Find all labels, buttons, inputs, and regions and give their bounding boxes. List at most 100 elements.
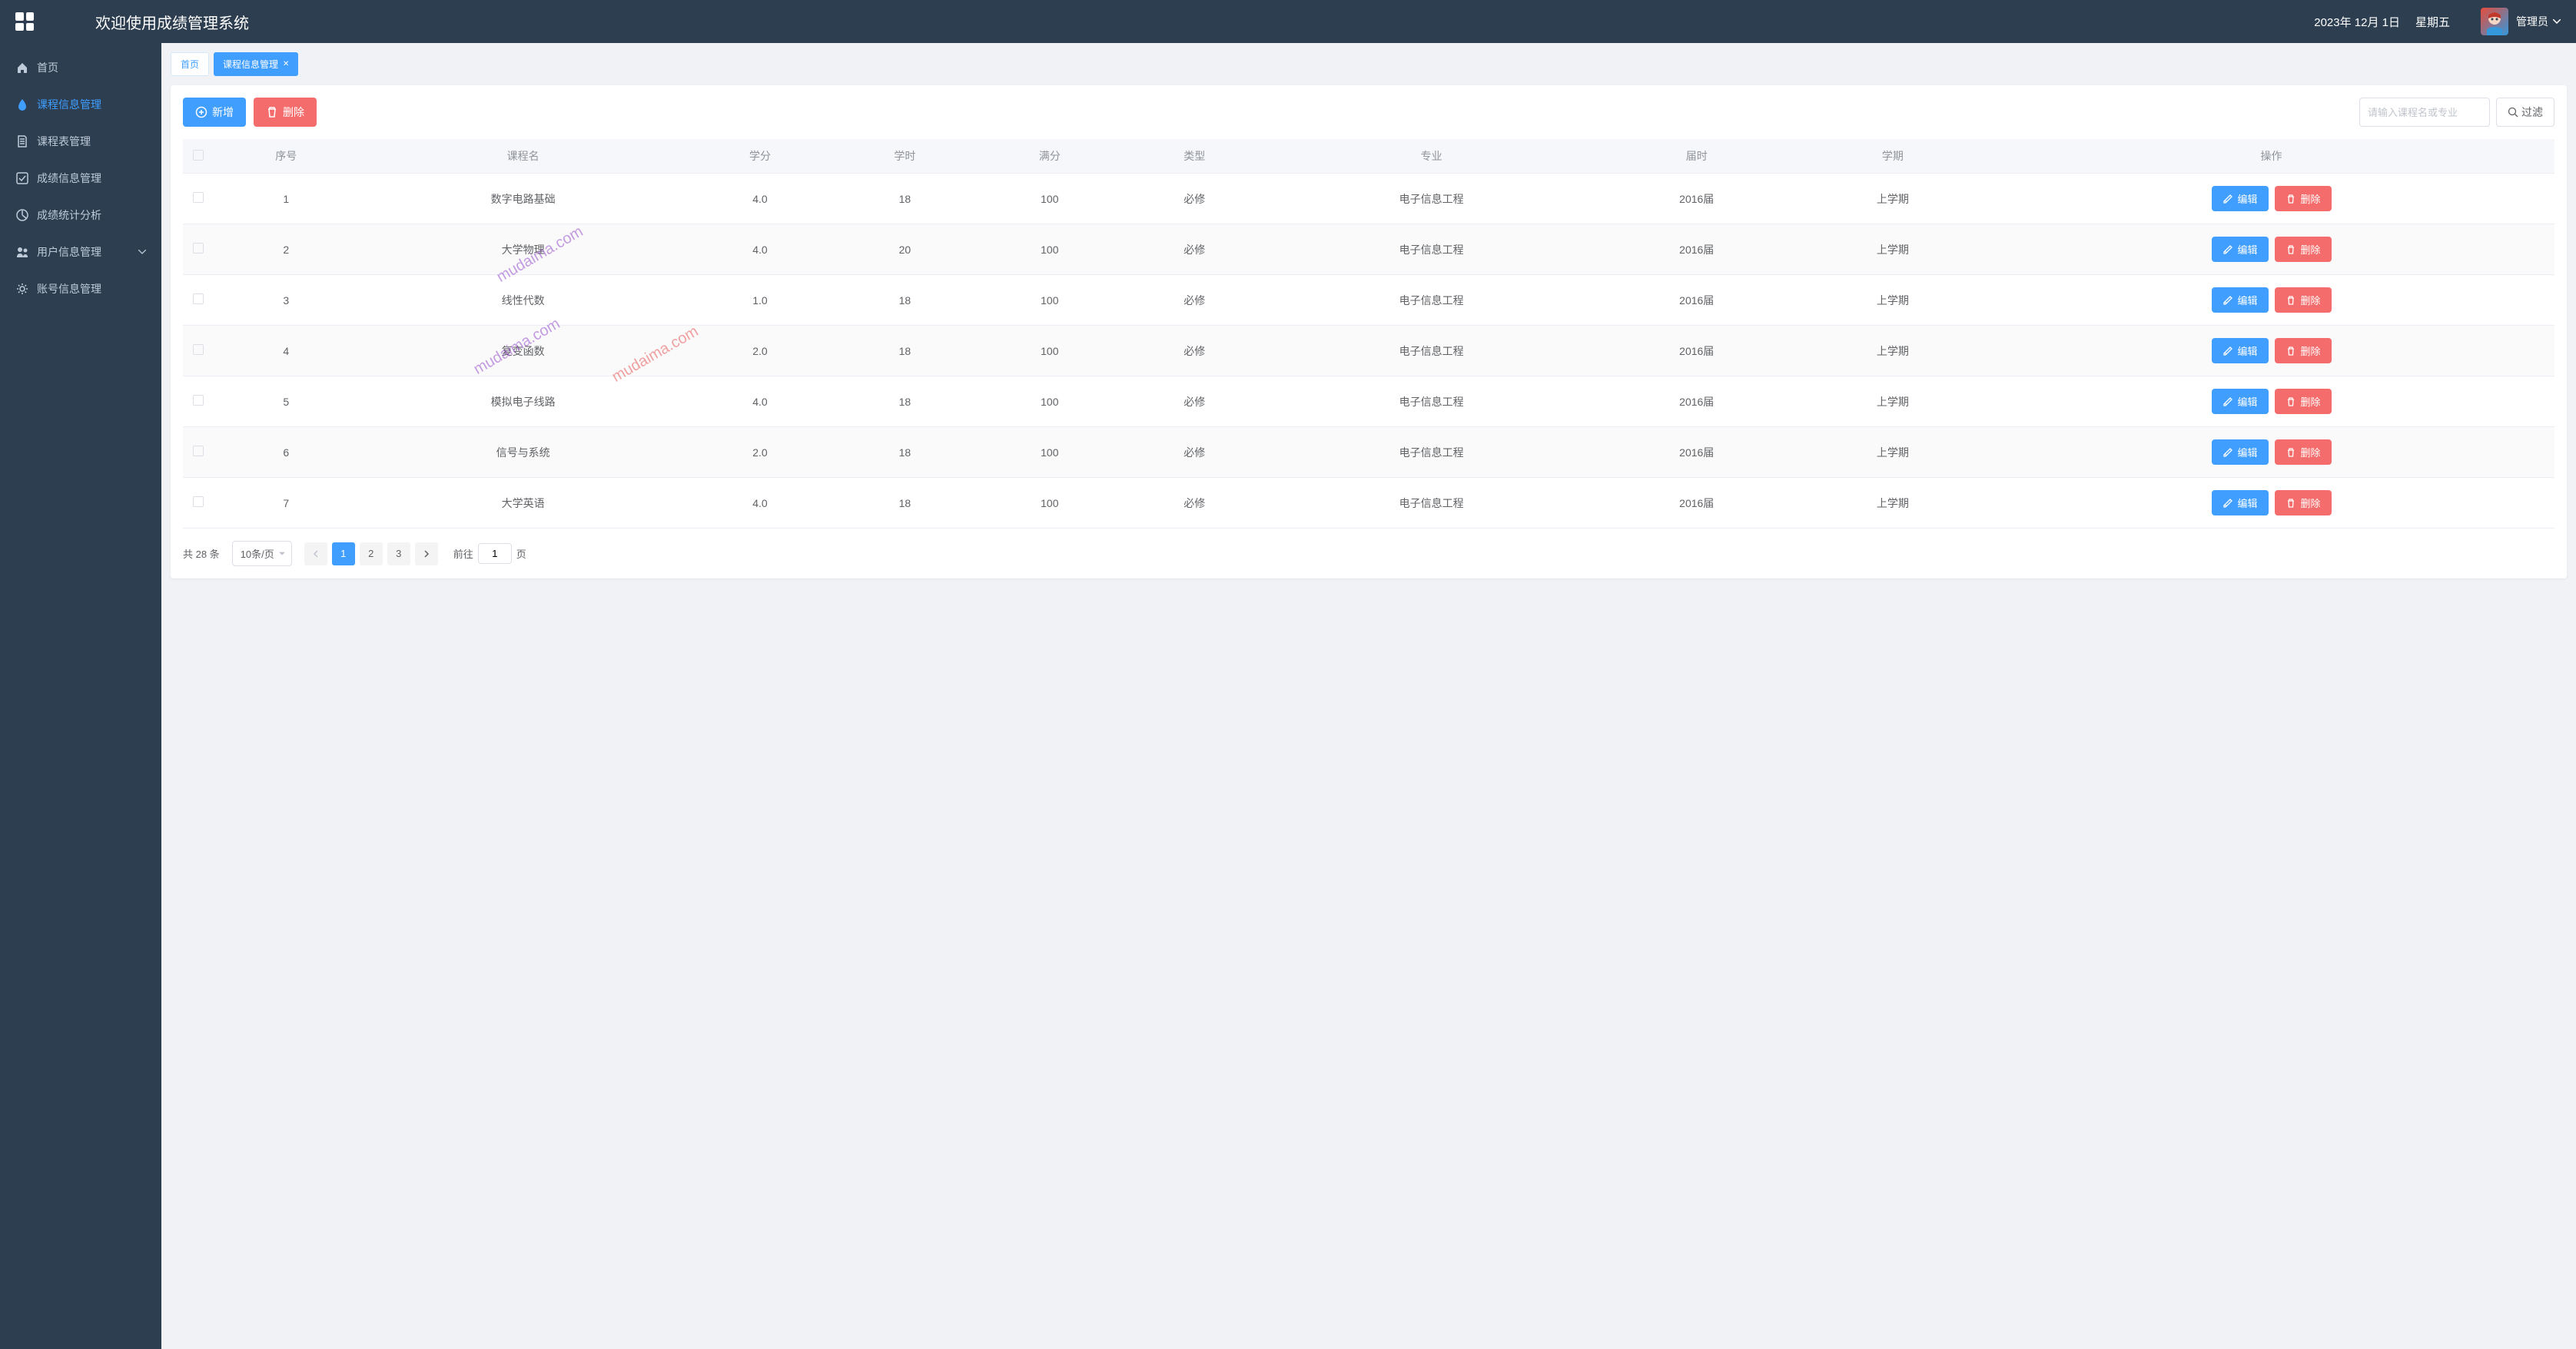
cell-full: 100 (978, 275, 1122, 326)
page-3[interactable]: 3 (387, 542, 410, 565)
page-1[interactable]: 1 (332, 542, 355, 565)
search-icon (2508, 107, 2518, 118)
cell-term: 上学期 (1798, 224, 1988, 275)
edit-button[interactable]: 编辑 (2212, 186, 2269, 211)
cell-type: 必修 (1122, 275, 1266, 326)
sidebar-item-label: 成绩信息管理 (37, 171, 101, 186)
cell-major: 电子信息工程 (1266, 376, 1595, 427)
toolbar: 新增 删除 过滤 (183, 98, 2554, 127)
cell-no: 3 (214, 275, 358, 326)
cell-credit: 4.0 (688, 376, 832, 427)
filter-button[interactable]: 过滤 (2496, 98, 2554, 127)
page-size-select[interactable]: 10条/页 (232, 541, 292, 566)
cell-type: 必修 (1122, 326, 1266, 376)
page-2[interactable]: 2 (360, 542, 383, 565)
table-row: 6信号与系统2.018100必修电子信息工程2016届上学期编辑删除 (183, 427, 2554, 478)
edit-button[interactable]: 编辑 (2212, 338, 2269, 363)
chevron-down-icon (138, 250, 146, 254)
sidebar-item-0[interactable]: 首页 (0, 49, 161, 86)
sidebar-item-1[interactable]: 课程信息管理 (0, 86, 161, 123)
cell-hours: 20 (832, 224, 977, 275)
delete-button[interactable]: 删除 (254, 98, 317, 127)
row-delete-button[interactable]: 删除 (2275, 389, 2332, 414)
col-header-5: 满分 (978, 139, 1122, 174)
cell-name: 数字电路基础 (358, 174, 687, 224)
cell-term: 上学期 (1798, 427, 1988, 478)
cell-major: 电子信息工程 (1266, 174, 1595, 224)
row-delete-button[interactable]: 删除 (2275, 186, 2332, 211)
sidebar-item-5[interactable]: 用户信息管理 (0, 234, 161, 270)
cell-type: 必修 (1122, 376, 1266, 427)
sidebar-item-3[interactable]: 成绩信息管理 (0, 160, 161, 197)
row-checkbox[interactable] (193, 496, 204, 507)
row-checkbox[interactable] (193, 293, 204, 304)
edit-button[interactable]: 编辑 (2212, 237, 2269, 262)
tabs: 首页 课程信息管理 ✕ (171, 52, 2567, 76)
edit-button[interactable]: 编辑 (2212, 490, 2269, 515)
col-header-6: 类型 (1122, 139, 1266, 174)
sidebar-item-4[interactable]: 成绩统计分析 (0, 197, 161, 234)
row-delete-button[interactable]: 删除 (2275, 287, 2332, 313)
sidebar-item-label: 首页 (37, 60, 58, 75)
avatar[interactable] (2481, 8, 2508, 35)
row-checkbox[interactable] (193, 344, 204, 355)
row-delete-button[interactable]: 删除 (2275, 490, 2332, 515)
cell-no: 7 (214, 478, 358, 529)
row-delete-button[interactable]: 删除 (2275, 338, 2332, 363)
delete-label: 删除 (2301, 394, 2321, 409)
cell-year: 2016届 (1596, 427, 1798, 478)
cell-type: 必修 (1122, 478, 1266, 529)
delete-label: 删除 (2301, 191, 2321, 206)
page-jump-input[interactable] (478, 543, 512, 564)
tab-1[interactable]: 课程信息管理 ✕ (214, 52, 298, 76)
sidebar-item-6[interactable]: 账号信息管理 (0, 270, 161, 307)
page-total: 共 28 条 (183, 546, 220, 561)
row-checkbox[interactable] (193, 192, 204, 203)
col-header-1: 序号 (214, 139, 358, 174)
tab-label: 课程信息管理 (223, 58, 278, 71)
cell-hours: 18 (832, 326, 977, 376)
row-delete-button[interactable]: 删除 (2275, 439, 2332, 465)
cell-credit: 2.0 (688, 326, 832, 376)
cell-year: 2016届 (1596, 376, 1798, 427)
main-content: 首页 课程信息管理 ✕ 新增 删除 过滤 (161, 43, 2576, 1349)
edit-button[interactable]: 编辑 (2212, 389, 2269, 414)
row-checkbox[interactable] (193, 446, 204, 456)
table-row: 7大学英语4.018100必修电子信息工程2016届上学期编辑删除 (183, 478, 2554, 529)
select-all-checkbox[interactable] (193, 150, 204, 161)
cell-hours: 18 (832, 275, 977, 326)
page-next[interactable] (415, 542, 438, 565)
check-icon (15, 171, 29, 185)
page-prev[interactable] (304, 542, 327, 565)
row-checkbox[interactable] (193, 395, 204, 406)
close-icon[interactable]: ✕ (283, 60, 289, 68)
jump-suffix: 页 (516, 546, 526, 561)
sidebar: 首页课程信息管理课程表管理成绩信息管理成绩统计分析用户信息管理账号信息管理 (0, 43, 161, 1349)
add-button[interactable]: 新增 (183, 98, 246, 127)
edit-button[interactable]: 编辑 (2212, 439, 2269, 465)
cell-type: 必修 (1122, 224, 1266, 275)
app-logo-icon[interactable] (15, 12, 34, 31)
sidebar-item-2[interactable]: 课程表管理 (0, 123, 161, 160)
cell-hours: 18 (832, 376, 977, 427)
edit-button[interactable]: 编辑 (2212, 287, 2269, 313)
cell-term: 上学期 (1798, 326, 1988, 376)
col-header-8: 届时 (1596, 139, 1798, 174)
user-menu[interactable]: 管理员 (2516, 14, 2561, 29)
cell-major: 电子信息工程 (1266, 224, 1595, 275)
row-delete-button[interactable]: 删除 (2275, 237, 2332, 262)
row-checkbox[interactable] (193, 243, 204, 254)
chevron-down-icon (2553, 19, 2561, 24)
tab-0[interactable]: 首页 (171, 52, 209, 76)
cell-credit: 2.0 (688, 427, 832, 478)
delete-button-label: 删除 (283, 104, 304, 120)
cell-full: 100 (978, 174, 1122, 224)
cell-no: 6 (214, 427, 358, 478)
cell-name: 信号与系统 (358, 427, 687, 478)
table-row: 2大学物理4.020100必修电子信息工程2016届上学期编辑删除 (183, 224, 2554, 275)
cell-major: 电子信息工程 (1266, 427, 1595, 478)
cell-term: 上学期 (1798, 478, 1988, 529)
course-table: 序号课程名学分学时满分类型专业届时学期操作 1数字电路基础4.018100必修电… (183, 139, 2554, 529)
trash-icon (2286, 295, 2296, 306)
search-input[interactable] (2359, 98, 2490, 127)
